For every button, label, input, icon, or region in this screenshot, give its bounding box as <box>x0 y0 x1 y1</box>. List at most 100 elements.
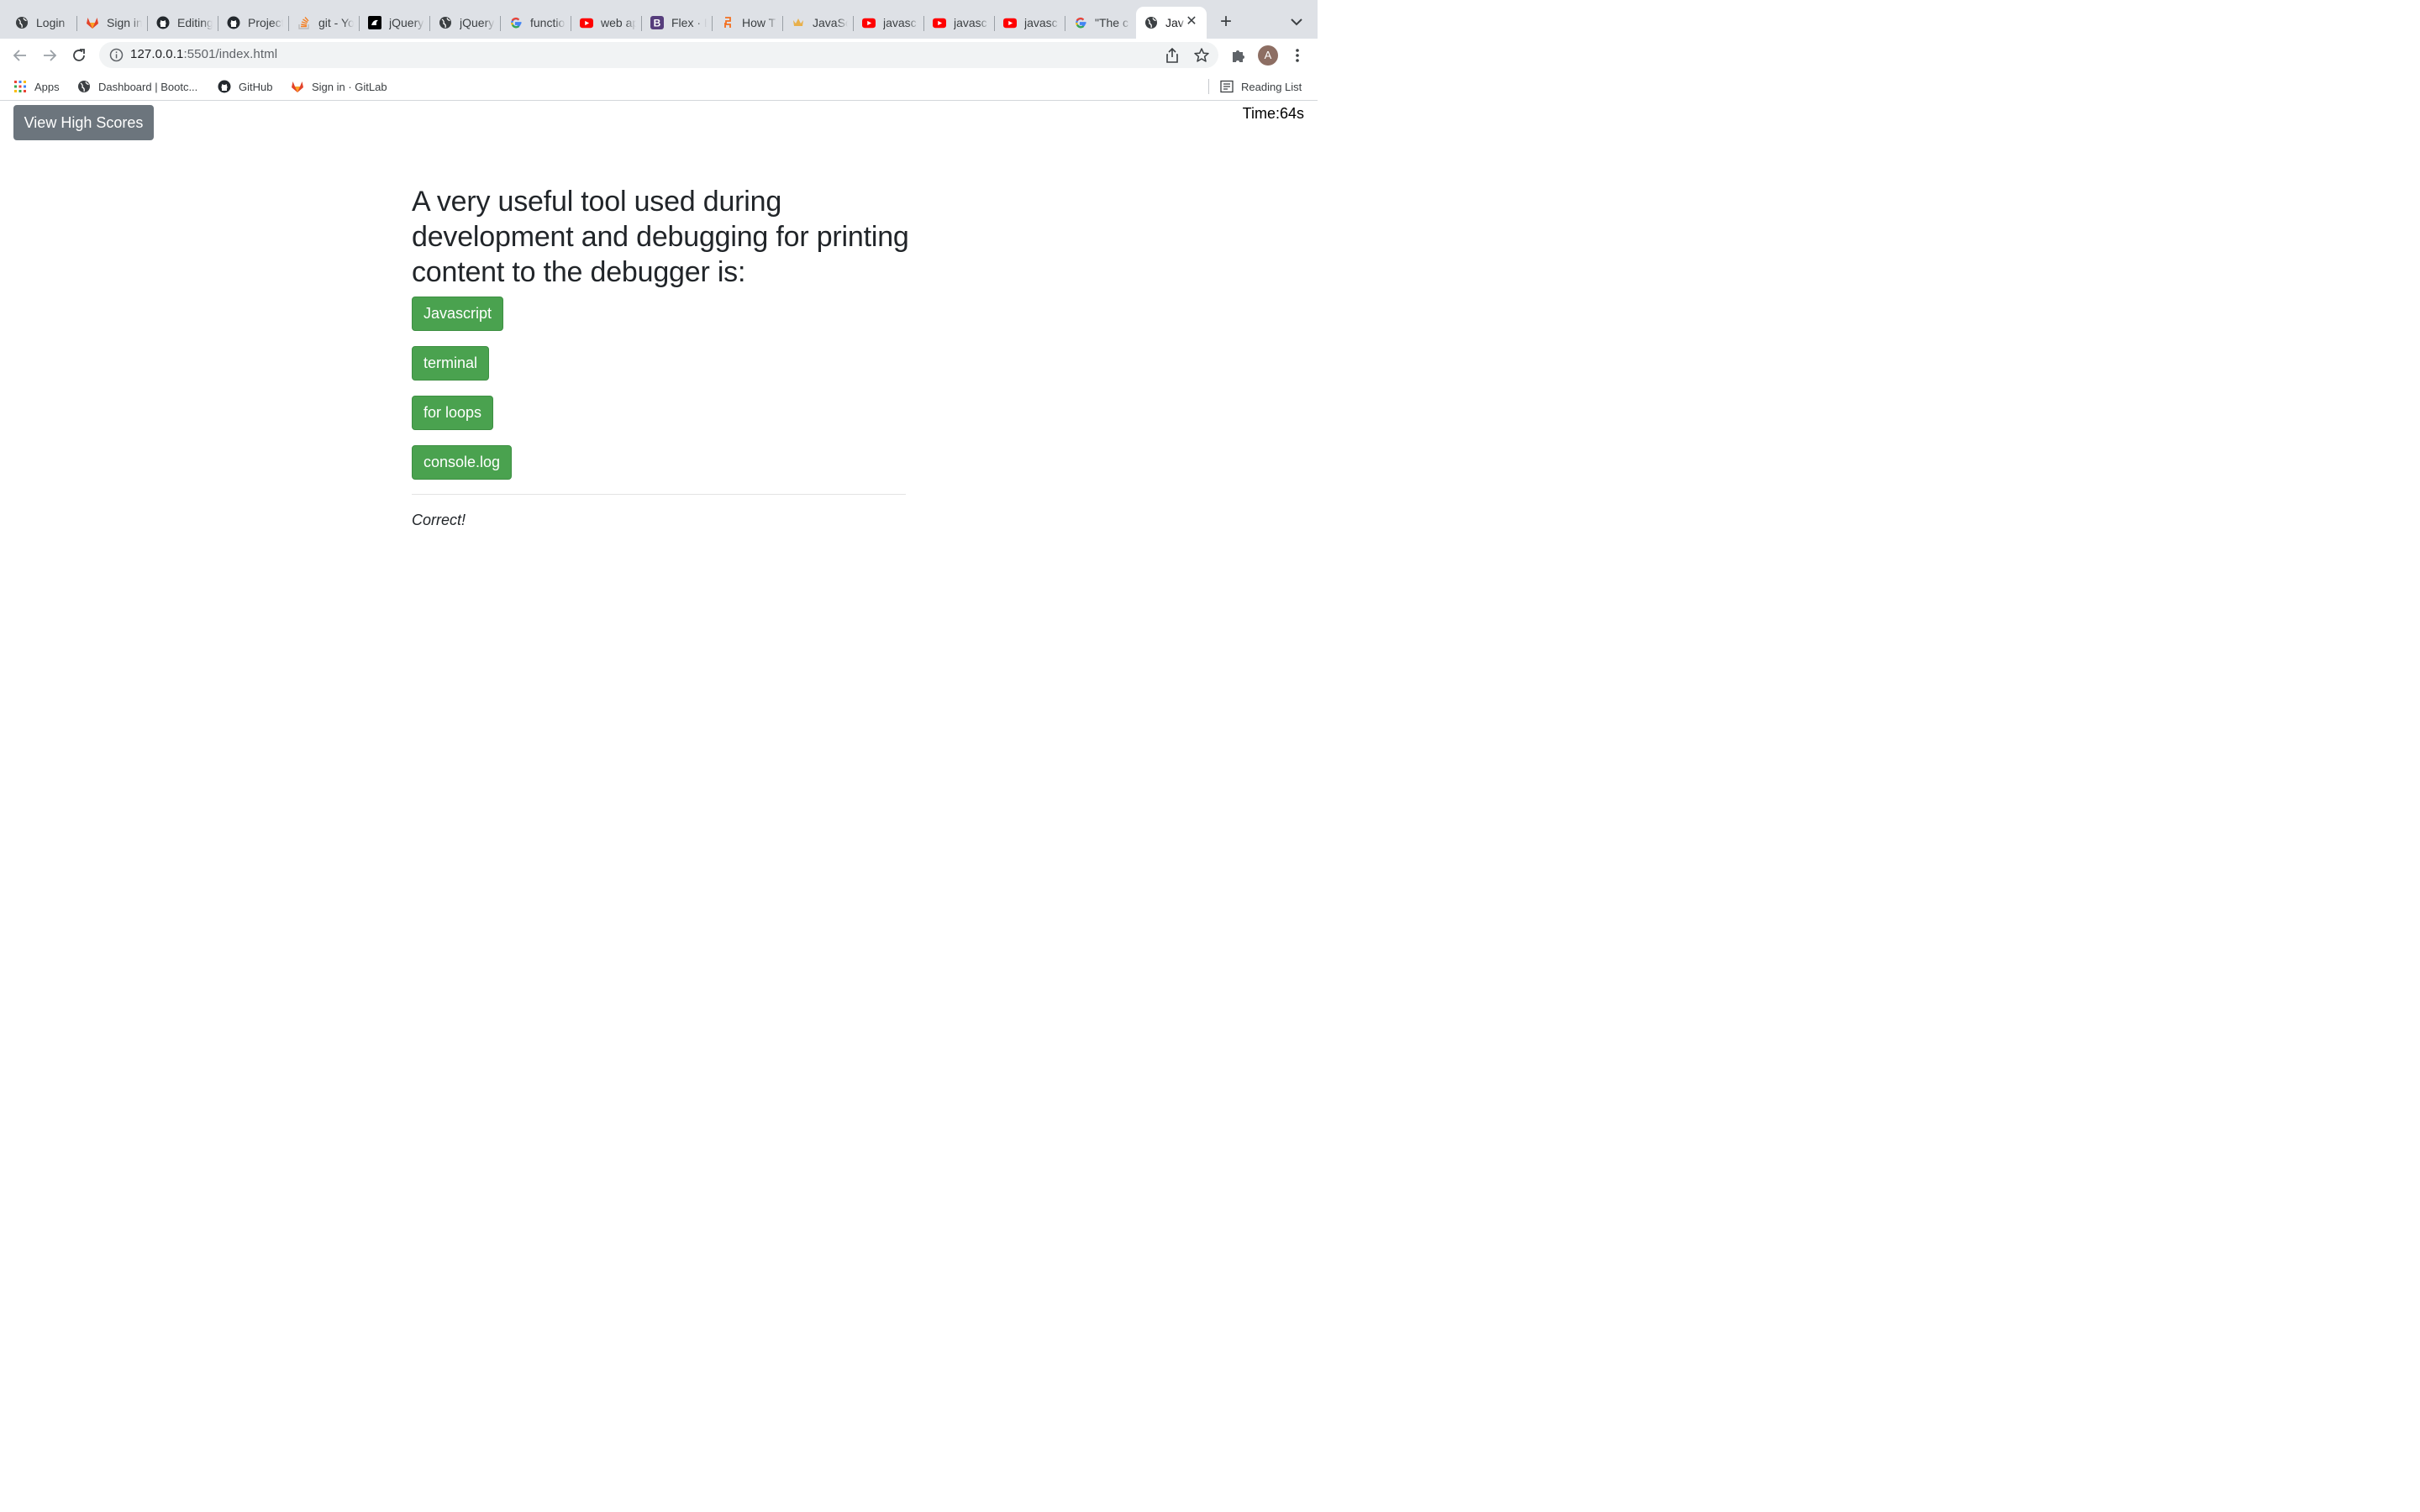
stackoverflow-icon <box>297 16 311 29</box>
site-info-icon[interactable] <box>109 48 124 62</box>
browser-tab[interactable]: javasc <box>924 7 995 39</box>
bookmark-github[interactable]: GitHub <box>218 79 272 94</box>
address-bar[interactable]: 127.0.0.1:5501/index.html <box>99 42 1218 68</box>
back-arrow-icon <box>13 50 26 61</box>
bookmarks-bar: Apps Dashboard | Bootc... GitHub Sign in… <box>0 72 1318 101</box>
globe-icon <box>15 16 29 29</box>
browser-tab[interactable]: "The c <box>1065 7 1136 39</box>
new-tab-button[interactable]: + <box>1215 12 1237 34</box>
youtube-icon <box>862 16 876 29</box>
bookmark-dashboard[interactable]: Dashboard | Bootc... <box>77 79 197 94</box>
bookmark-apps[interactable]: Apps <box>13 79 60 94</box>
tab-title: git - Yo <box>318 16 354 29</box>
question-text: A very useful tool used during developme… <box>412 186 909 288</box>
browser-tab[interactable]: javasc <box>854 7 924 39</box>
gitlab-icon <box>86 16 99 29</box>
answer-button[interactable]: terminal <box>412 346 490 381</box>
browser-tab[interactable]: javasc <box>995 7 1065 39</box>
view-high-scores-button[interactable]: View High Scores <box>13 105 154 140</box>
youtube-icon <box>933 16 946 29</box>
browser-tab[interactable]: Editing <box>148 7 218 39</box>
bookmark-github-label: GitHub <box>239 80 273 93</box>
google-icon <box>1074 16 1087 29</box>
codepen-icon <box>368 16 381 29</box>
profile-avatar[interactable]: A <box>1258 45 1278 66</box>
gitlab-icon <box>291 80 304 93</box>
timer-value: 64s <box>1279 105 1304 122</box>
answer-button[interactable]: console.log <box>412 445 513 480</box>
tab-title: javasc <box>954 16 987 29</box>
apps-grid-icon <box>13 80 27 93</box>
browser-tab[interactable]: JavaSc <box>783 7 854 39</box>
reading-list-label: Reading List <box>1241 80 1302 93</box>
tab-title: Sign in <box>107 16 142 29</box>
browser-tab[interactable]: web ap <box>571 7 642 39</box>
reading-list[interactable]: Reading List <box>1220 79 1302 94</box>
browser-tab[interactable]: jQuery <box>430 7 501 39</box>
url-host: 127.0.0.1 <box>130 47 184 61</box>
reload-icon <box>73 49 85 61</box>
sololearn-icon <box>721 16 734 29</box>
tab-title: Editing <box>177 16 213 29</box>
bookmark-apps-label: Apps <box>34 80 60 93</box>
extensions-puzzle-icon[interactable] <box>1230 47 1247 64</box>
bookmarks-divider <box>1208 79 1209 94</box>
tab-title: Jav <box>1165 16 1184 29</box>
tab-search-chevron-icon[interactable] <box>1289 13 1304 30</box>
tab-strip: Login Sign in Editing Project git - Yo jQuery… <box>0 0 1318 39</box>
bookmark-dashboard-label: Dashboard | Bootc... <box>98 80 198 93</box>
tab-title: jQuery <box>389 16 424 29</box>
tab-title: How T <box>742 16 776 29</box>
url-path: :5501/index.html <box>183 47 278 61</box>
reload-button[interactable] <box>69 45 89 66</box>
tab-title: jQuery <box>460 16 495 29</box>
back-button[interactable] <box>10 45 30 66</box>
globe-icon <box>1144 16 1158 29</box>
svg-text:B: B <box>654 18 661 29</box>
tab-title: JavaSc <box>813 16 848 29</box>
bookmark-gitlab-label: Sign in · GitLab <box>312 80 387 93</box>
tab-title: "The c <box>1095 16 1128 29</box>
browser-tab[interactable]: Project <box>218 7 289 39</box>
google-icon <box>509 16 523 29</box>
timer-label: Time: <box>1242 105 1280 122</box>
browser-tab[interactable]: B Flex · B <box>642 7 713 39</box>
forward-button[interactable] <box>39 45 60 66</box>
browser-tab[interactable]: jQuery <box>360 7 430 39</box>
close-tab-icon[interactable]: ✕ <box>1185 15 1198 29</box>
timer: Time:64s <box>1243 105 1304 123</box>
tab-active[interactable]: Jav ✕ <box>1136 7 1207 39</box>
tab-title: web ap <box>601 16 636 29</box>
youtube-icon <box>580 16 593 29</box>
github-icon <box>218 80 231 93</box>
bookmark-star-icon[interactable] <box>1193 47 1210 64</box>
url-text: 127.0.0.1:5501/index.html <box>130 47 277 61</box>
browser-toolbar: 127.0.0.1:5501/index.html A <box>0 39 1318 72</box>
bookmark-gitlab[interactable]: Sign in · GitLab <box>291 79 387 94</box>
quiz-page: View High Scores Time:64s A very useful … <box>0 102 1318 823</box>
answer-button[interactable]: Javascript <box>412 297 504 331</box>
tab-title: javasc <box>883 16 917 29</box>
globe-icon <box>439 16 452 29</box>
forward-arrow-icon <box>44 50 57 61</box>
reading-list-icon <box>1220 80 1234 93</box>
browser-tab[interactable]: functio <box>501 7 571 39</box>
github-icon <box>156 16 170 29</box>
browser-tab[interactable]: Sign in <box>77 7 148 39</box>
answer-button[interactable]: for loops <box>412 396 494 430</box>
browser-tab[interactable]: How T <box>713 7 783 39</box>
share-icon[interactable] <box>1165 47 1180 64</box>
github-icon <box>227 16 240 29</box>
tab-title: Login <box>36 16 66 29</box>
browser-tab[interactable]: git - Yo <box>289 7 360 39</box>
tab-title: Flex · B <box>671 16 707 29</box>
tab-title: functio <box>530 16 566 29</box>
browser-menu-icon[interactable] <box>1289 47 1306 64</box>
answer-feedback: Correct! <box>412 512 466 528</box>
divider <box>412 494 906 495</box>
bootstrap-icon: B <box>650 16 664 29</box>
crown-icon <box>792 16 805 29</box>
browser-tab[interactable]: Login <box>7 7 77 39</box>
tab-title: Project <box>248 16 283 29</box>
globe-icon <box>77 80 91 93</box>
